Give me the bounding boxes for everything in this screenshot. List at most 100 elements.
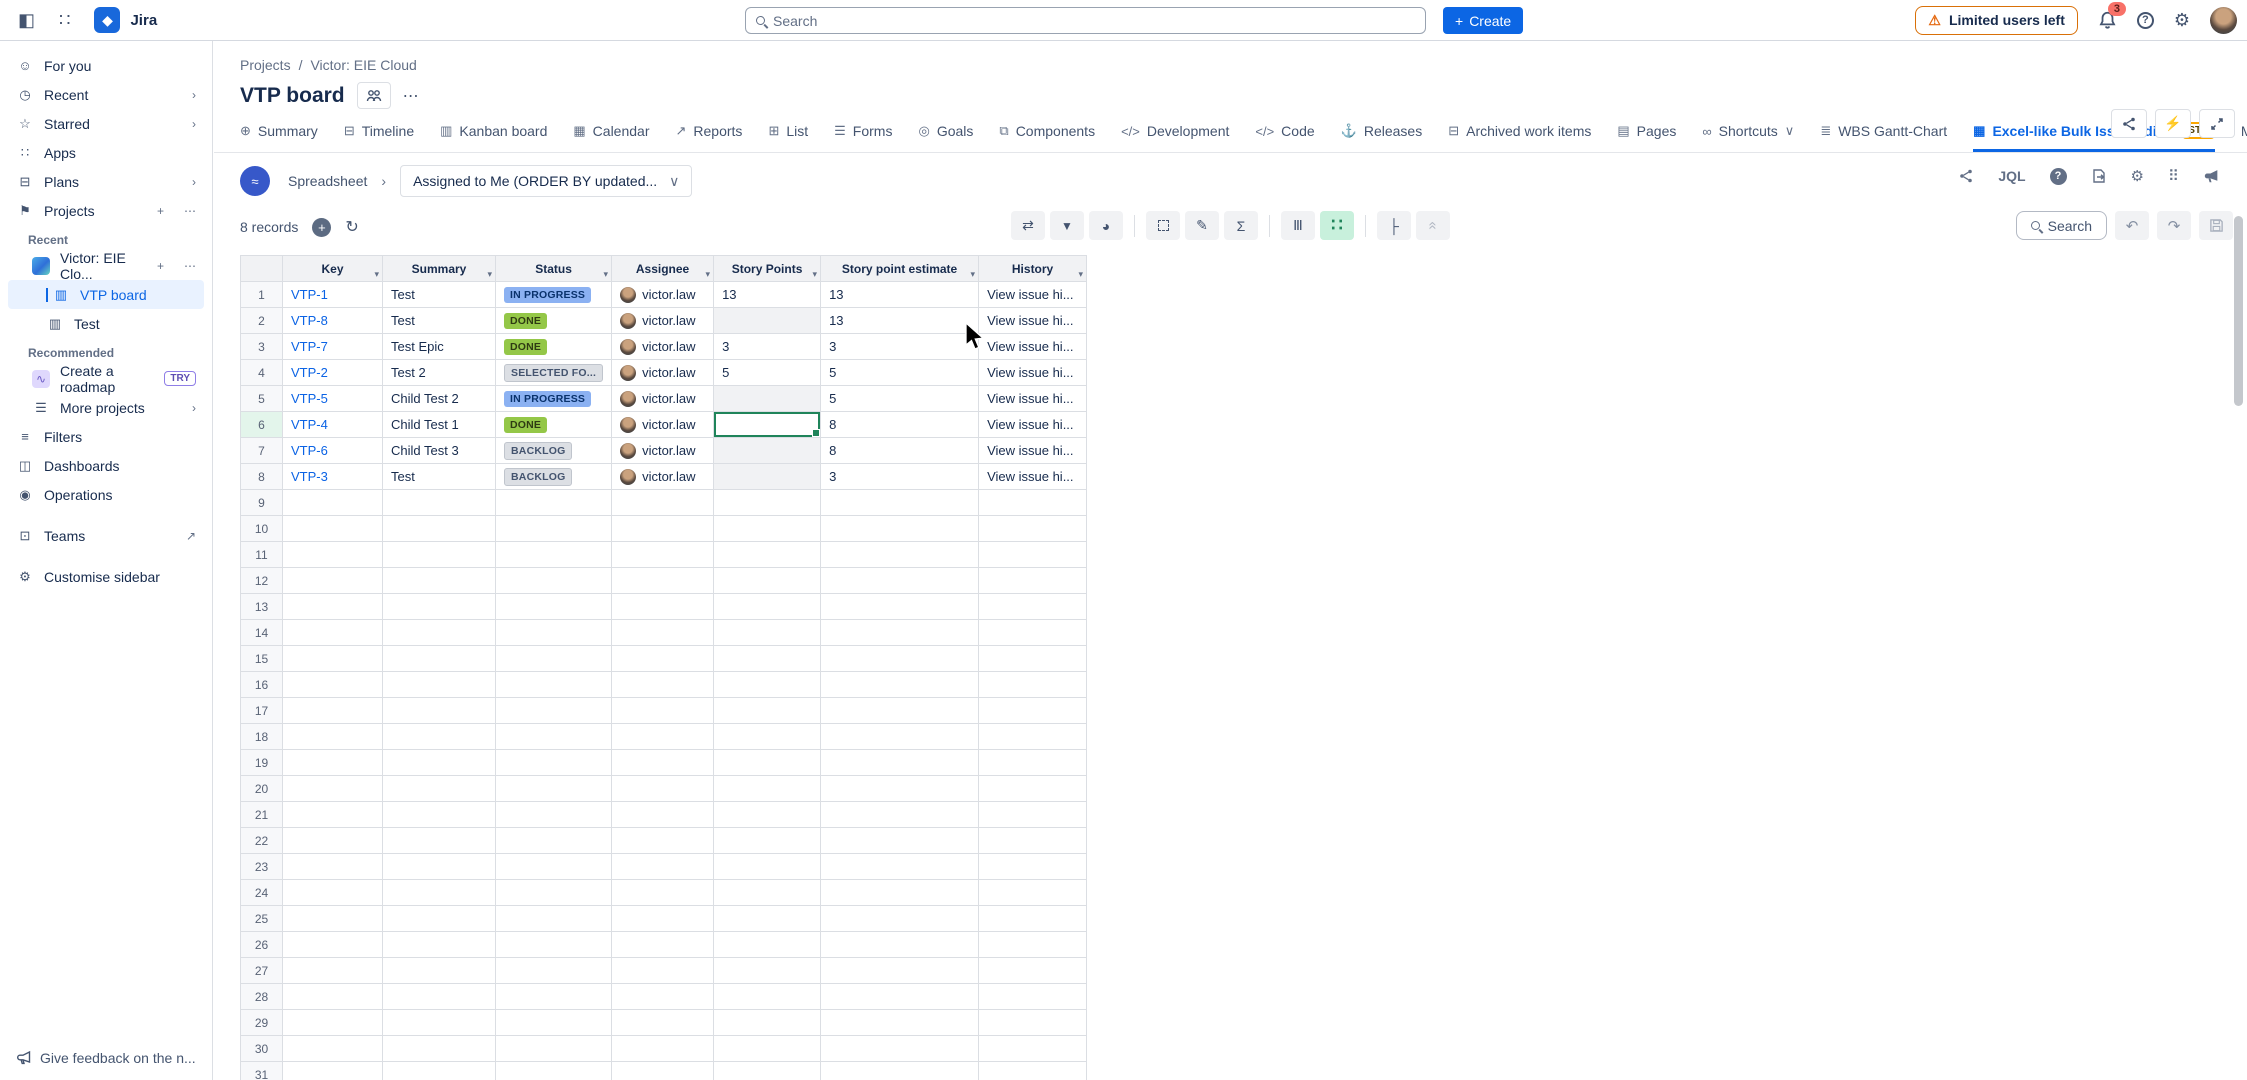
- sidebar-item-dashboards[interactable]: ◫ Dashboards: [8, 451, 204, 480]
- empty-cell[interactable]: [821, 516, 979, 542]
- story-points-cell[interactable]: [714, 464, 821, 490]
- empty-cell[interactable]: [714, 1010, 821, 1036]
- sidebar-item-projects[interactable]: ⚑ Projects + ⋯: [8, 196, 204, 225]
- row-number[interactable]: 3: [241, 334, 283, 360]
- assignee-cell[interactable]: victor.law: [612, 438, 714, 464]
- status-cell[interactable]: DONE: [496, 334, 612, 360]
- sidebar-toggle-icon[interactable]: ◧: [18, 10, 35, 31]
- empty-cell[interactable]: [283, 646, 383, 672]
- assignee-cell[interactable]: victor.law: [612, 308, 714, 334]
- empty-cell[interactable]: [714, 542, 821, 568]
- empty-cell[interactable]: [612, 594, 714, 620]
- empty-cell[interactable]: [283, 854, 383, 880]
- jql-button[interactable]: JQL: [1998, 168, 2025, 184]
- sidebar-item-create-roadmap[interactable]: ∿ Create a roadmap TRY: [8, 364, 204, 393]
- empty-cell[interactable]: [383, 828, 496, 854]
- empty-cell[interactable]: [612, 672, 714, 698]
- empty-cell[interactable]: [821, 906, 979, 932]
- limited-users-button[interactable]: ⚠ Limited users left: [1915, 6, 2077, 35]
- grid-view-button[interactable]: ∷: [1320, 211, 1354, 240]
- empty-cell[interactable]: [496, 542, 612, 568]
- story-points-cell[interactable]: 13: [714, 282, 821, 308]
- row-number[interactable]: 25: [241, 906, 283, 932]
- story-points-cell[interactable]: 3: [714, 334, 821, 360]
- empty-cell[interactable]: [496, 1062, 612, 1080]
- history-cell[interactable]: View issue hi...: [979, 386, 1087, 412]
- corner-cell[interactable]: [241, 256, 283, 282]
- empty-cell[interactable]: [383, 776, 496, 802]
- empty-cell[interactable]: [821, 880, 979, 906]
- row-number[interactable]: 22: [241, 828, 283, 854]
- history-cell[interactable]: View issue hi...: [979, 308, 1087, 334]
- empty-cell[interactable]: [496, 802, 612, 828]
- sidebar-item-filters[interactable]: ≡ Filters: [8, 422, 204, 451]
- empty-cell[interactable]: [496, 1036, 612, 1062]
- empty-cell[interactable]: [283, 672, 383, 698]
- empty-cell[interactable]: [612, 1036, 714, 1062]
- empty-cell[interactable]: [714, 932, 821, 958]
- empty-cell[interactable]: [612, 906, 714, 932]
- empty-cell[interactable]: [821, 698, 979, 724]
- empty-cell[interactable]: [821, 984, 979, 1010]
- empty-cell[interactable]: [383, 958, 496, 984]
- empty-cell[interactable]: [979, 698, 1087, 724]
- summary-cell[interactable]: Child Test 3: [383, 438, 496, 464]
- empty-cell[interactable]: [714, 672, 821, 698]
- empty-cell[interactable]: [283, 568, 383, 594]
- empty-cell[interactable]: [383, 698, 496, 724]
- user-avatar[interactable]: [2210, 7, 2237, 34]
- empty-cell[interactable]: [821, 1062, 979, 1080]
- empty-cell[interactable]: [383, 1010, 496, 1036]
- empty-cell[interactable]: [979, 516, 1087, 542]
- empty-cell[interactable]: [979, 1036, 1087, 1062]
- empty-cell[interactable]: [714, 724, 821, 750]
- sidebar-item-more-projects[interactable]: ☰ More projects ›: [8, 393, 204, 422]
- tab-list[interactable]: ⊞List: [768, 123, 808, 152]
- share-button[interactable]: [2111, 109, 2147, 138]
- row-number[interactable]: 2: [241, 308, 283, 334]
- tab-more[interactable]: More2: [2241, 123, 2247, 152]
- empty-cell[interactable]: [383, 750, 496, 776]
- empty-cell[interactable]: [821, 620, 979, 646]
- empty-cell[interactable]: [979, 828, 1087, 854]
- empty-cell[interactable]: [612, 1010, 714, 1036]
- story-points-cell[interactable]: [714, 438, 821, 464]
- empty-cell[interactable]: [283, 776, 383, 802]
- empty-cell[interactable]: [979, 672, 1087, 698]
- empty-cell[interactable]: [821, 854, 979, 880]
- empty-cell[interactable]: [283, 1010, 383, 1036]
- empty-cell[interactable]: [612, 958, 714, 984]
- row-number[interactable]: 29: [241, 1010, 283, 1036]
- summary-cell[interactable]: Child Test 2: [383, 386, 496, 412]
- breadcrumb-project-name[interactable]: Victor: EIE Cloud: [310, 57, 416, 73]
- empty-cell[interactable]: [283, 542, 383, 568]
- empty-cell[interactable]: [714, 906, 821, 932]
- empty-cell[interactable]: [612, 490, 714, 516]
- empty-cell[interactable]: [496, 516, 612, 542]
- summary-cell[interactable]: Test 2: [383, 360, 496, 386]
- empty-cell[interactable]: [612, 880, 714, 906]
- save-button[interactable]: [2199, 211, 2233, 240]
- empty-cell[interactable]: [612, 854, 714, 880]
- row-number[interactable]: 13: [241, 594, 283, 620]
- empty-cell[interactable]: [496, 724, 612, 750]
- empty-cell[interactable]: [821, 568, 979, 594]
- tab-summary[interactable]: ⊕Summary: [240, 123, 318, 152]
- manage-columns-button[interactable]: Ⅲ: [1281, 211, 1315, 240]
- sidebar-item-test-board[interactable]: ▥ Test: [8, 309, 204, 338]
- sidebar-item-recent[interactable]: ◷ Recent ›: [8, 80, 204, 109]
- empty-cell[interactable]: [714, 750, 821, 776]
- sidebar-item-apps[interactable]: ∷ Apps: [8, 138, 204, 167]
- empty-cell[interactable]: [496, 750, 612, 776]
- empty-cell[interactable]: [714, 620, 821, 646]
- tab-goals[interactable]: ◎Goals: [918, 123, 973, 152]
- sidebar-project-victor[interactable]: Victor: EIE Clo... + ⋯: [8, 251, 204, 280]
- empty-cell[interactable]: [612, 516, 714, 542]
- export-button[interactable]: [2091, 168, 2107, 184]
- estimate-cell[interactable]: 13: [821, 308, 979, 334]
- estimate-cell[interactable]: 5: [821, 360, 979, 386]
- hierarchy-button[interactable]: ├: [1377, 211, 1411, 240]
- row-number[interactable]: 19: [241, 750, 283, 776]
- format-painter-button[interactable]: ✎: [1185, 211, 1219, 240]
- empty-cell[interactable]: [612, 646, 714, 672]
